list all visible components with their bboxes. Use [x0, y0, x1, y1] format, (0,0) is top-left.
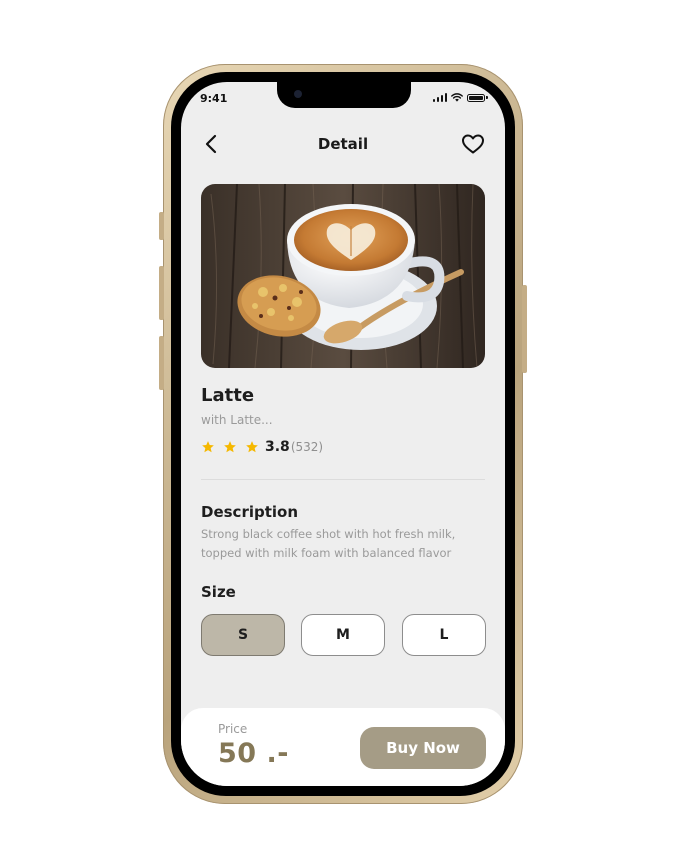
volume-up-button [159, 266, 164, 320]
size-option-l[interactable]: L [402, 614, 486, 656]
description-title: Description [201, 503, 299, 521]
star-icon [246, 441, 258, 453]
volume-down-button [159, 336, 164, 390]
divider [201, 479, 485, 480]
description-text: Strong black coffee shot with hot fresh … [201, 527, 456, 560]
review-count: (532) [290, 440, 324, 454]
price-label: Price [218, 722, 248, 736]
status-icons [432, 93, 488, 102]
status-time: 9:41 [200, 92, 228, 105]
rating-value: 3.8 [265, 439, 290, 455]
buy-now-button[interactable]: Buy Now [360, 727, 486, 769]
signal-icon [432, 93, 447, 102]
star-icon [224, 441, 236, 453]
heart-icon[interactable] [461, 133, 485, 155]
product-subtitle: with Latte... [201, 413, 273, 427]
app-screen: 9:41 Detail Latte with Latte... 3.8 (532… [181, 82, 505, 786]
product-name: Latte [201, 385, 255, 406]
rating-row: 3.8 (532) [201, 439, 323, 455]
checkout-bar: Price 50 .- Buy Now [181, 708, 505, 786]
star-icon [202, 441, 214, 453]
price-value: 50 .- [218, 738, 289, 769]
product-image [201, 184, 485, 368]
silent-switch [159, 212, 164, 240]
wifi-icon [451, 93, 463, 102]
latte-illustration [201, 184, 485, 368]
page-title: Detail [317, 135, 369, 153]
front-camera [294, 90, 302, 98]
size-option-s[interactable]: S [201, 614, 285, 656]
size-option-m[interactable]: M [301, 614, 385, 656]
size-title: Size [201, 583, 236, 601]
power-button [522, 285, 527, 373]
battery-icon [467, 93, 488, 102]
